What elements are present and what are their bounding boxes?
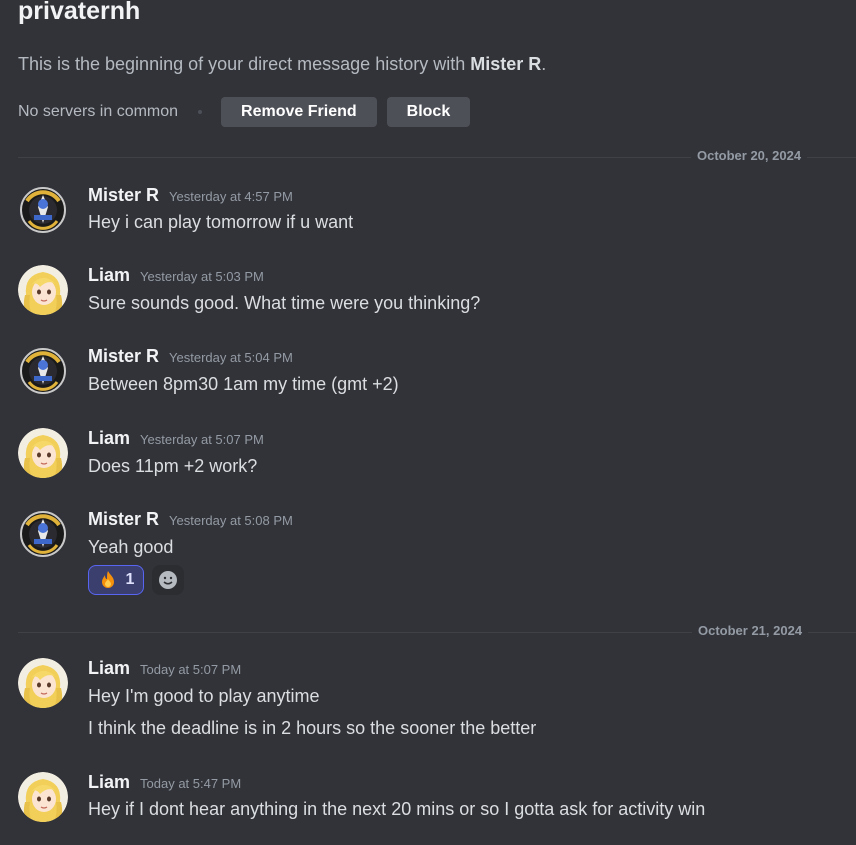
message-header: Liam Yesterday at 5:07 PM [88,428,264,449]
message-header: Liam Today at 5:07 PM [88,658,241,679]
date-divider-label: October 21, 2024 [692,623,809,638]
message-header: Liam Yesterday at 5:03 PM [88,265,264,286]
liam-avatar-icon [18,428,68,478]
message-text: Hey I'm good to play anytime [88,686,320,706]
intro-name: Mister R [470,54,542,74]
author-name[interactable]: Mister R [88,185,159,206]
message-text: Between 8pm30 1am my time (gmt +2) [88,374,399,394]
timestamp: Today at 5:07 PM [140,662,242,677]
profile-actions: No servers in common Remove Friend Block [18,97,471,127]
block-button[interactable]: Block [386,97,471,127]
date-divider-label: October 20, 2024 [691,148,808,163]
message-header: Mister R Yesterday at 4:57 PM [88,185,293,206]
smiley-icon [159,571,177,589]
avatar[interactable] [18,428,68,478]
message-header: Liam Today at 5:47 PM [88,772,241,793]
remove-friend-button[interactable]: Remove Friend [221,97,377,127]
add-reaction-button[interactable] [152,565,184,595]
channel-title: privaternh [18,0,141,25]
liam-avatar-icon [18,265,68,315]
timestamp: Yesterday at 5:07 PM [140,432,264,447]
message-header: Mister R Yesterday at 5:04 PM [88,346,293,367]
avatar[interactable] [18,509,68,559]
reactions-bar: 1 [88,565,184,595]
avatar[interactable] [18,265,68,315]
author-name[interactable]: Liam [88,772,130,793]
message-text: Hey i can play tomorrow if u want [88,212,354,232]
author-name[interactable]: Mister R [88,509,159,530]
liam-avatar-icon [18,658,68,708]
separator-dot [198,110,203,114]
timestamp: Yesterday at 5:03 PM [140,269,264,284]
avatar[interactable] [18,658,68,708]
avatar[interactable] [18,185,68,235]
avatar[interactable] [18,346,68,396]
no-servers-in-common: No servers in common [18,103,179,120]
intro-prefix: This is the beginning of your direct mes… [18,54,471,74]
timestamp: Yesterday at 5:08 PM [169,513,293,528]
mister-r-avatar-icon [18,509,68,559]
author-name[interactable]: Liam [88,265,130,286]
liam-avatar-icon [18,772,68,822]
author-name[interactable]: Mister R [88,346,159,367]
mister-r-avatar-icon [18,185,68,235]
timestamp: Yesterday at 5:04 PM [169,350,293,365]
intro-suffix: . [541,54,547,74]
dm-channel-view: privaternh This is the beginning of your… [0,0,856,845]
message-text: Hey if I dont hear anything in the next … [88,799,706,819]
reaction-fire[interactable]: 1 [88,565,144,595]
fire-icon [101,571,114,588]
mister-r-avatar-icon [18,346,68,396]
message-header: Mister R Yesterday at 5:08 PM [88,509,293,530]
channel-intro: This is the beginning of your direct mes… [18,52,546,76]
message-text: Does 11pm +2 work? [88,456,258,476]
reaction-count: 1 [125,571,135,588]
avatar[interactable] [18,772,68,822]
message-text: Sure sounds good. What time were you thi… [88,293,481,313]
author-name[interactable]: Liam [88,428,130,449]
timestamp: Yesterday at 4:57 PM [169,189,293,204]
message-text: I think the deadline is in 2 hours so th… [88,718,537,738]
author-name[interactable]: Liam [88,658,130,679]
message-text: Yeah good [88,537,174,557]
timestamp: Today at 5:47 PM [140,776,242,791]
